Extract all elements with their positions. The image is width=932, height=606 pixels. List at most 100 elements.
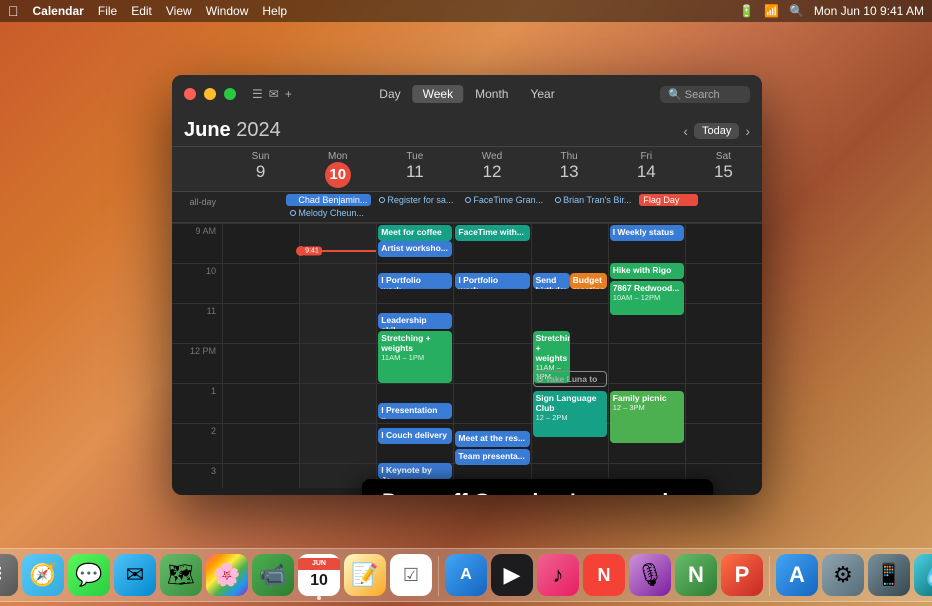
iphone-icon: 📱 (875, 562, 902, 588)
event-stretching-tue[interactable]: Stretching + weights 11AM – 1PM (378, 331, 452, 383)
music-icon: ♪ (553, 562, 564, 588)
allday-sun (222, 192, 284, 222)
prev-arrow[interactable]: ‹ (683, 123, 688, 139)
dock-launchpad[interactable]: ⠿ (0, 554, 18, 596)
close-button[interactable] (184, 88, 196, 100)
allday-event[interactable]: FaceTime Gran... (461, 194, 547, 206)
dock-photos[interactable]: 🌸 (206, 554, 248, 596)
dock-reminders[interactable]: ☑ (390, 554, 432, 596)
dock-numbers[interactable]: N (675, 554, 717, 596)
event-birthday[interactable]: Send birthday... (533, 273, 570, 289)
dock-sysapps[interactable]: A (776, 554, 818, 596)
minimize-button[interactable] (204, 88, 216, 100)
dock-calendar[interactable]: JUN 10 (298, 554, 340, 596)
dock-appstore[interactable]: A (445, 554, 487, 596)
dock-syspref[interactable]: ⚙ (822, 554, 864, 596)
event-meet-res[interactable]: Meet at the res... (455, 431, 529, 447)
event-meet-coffee[interactable]: Meet for coffee (378, 225, 452, 241)
menu-view[interactable]: View (166, 4, 192, 18)
day-col-wed: FaceTime with... I Portfolio work... Mee… (453, 223, 530, 488)
event-leadership[interactable]: Leadership skil... (378, 313, 452, 329)
week-view-btn[interactable]: Week (413, 85, 463, 103)
app-name[interactable]: Calendar (33, 4, 84, 18)
month-view-btn[interactable]: Month (465, 85, 518, 103)
day-col-fri: I Weekly status Hike with Rigo 7867 Redw… (608, 223, 685, 488)
event-team-presenta[interactable]: Team presenta... (455, 449, 529, 465)
current-time-indicator: 9:41 (300, 250, 376, 252)
day-num-11: 11 (376, 162, 453, 182)
menu-help[interactable]: Help (262, 4, 287, 18)
day-headers: Sun 9 Mon 10 Tue 11 Wed 12 Thu 13 Fri 14 (172, 147, 762, 192)
apple-menu[interactable]:  (8, 3, 19, 19)
event-luna[interactable]: O Take Luna to th... (533, 371, 607, 387)
search-box[interactable]: 🔍 Search (660, 86, 750, 103)
day-num-13: 13 (531, 162, 608, 182)
event-hike[interactable]: Hike with Rigo (610, 263, 684, 279)
year-view-btn[interactable]: Year (520, 85, 564, 103)
dock-appletv[interactable]: ▶ (491, 554, 533, 596)
battery-icon: 🔋 (739, 4, 754, 18)
allday-event[interactable]: Melody Cheun... (286, 207, 371, 219)
dock-notes[interactable]: 📝 (344, 554, 386, 596)
time-column: 9 AM 10 11 12 PM 1 2 3 4 5 6 7 8 (172, 223, 222, 488)
dock-music[interactable]: ♪ (537, 554, 579, 596)
dock-safari[interactable]: 🧭 (22, 554, 64, 596)
menu-window[interactable]: Window (206, 4, 249, 18)
dock-screensaver[interactable]: 💧 (914, 554, 932, 596)
maximize-button[interactable] (224, 88, 236, 100)
event-sign-language[interactable]: Sign Language Club 12 – 2PM (533, 391, 607, 437)
time-grid: 9 AM 10 11 12 PM 1 2 3 4 5 6 7 8 (172, 223, 762, 488)
next-arrow[interactable]: › (745, 123, 750, 139)
dock-separator-2 (769, 556, 770, 596)
day-num-9: 9 (222, 162, 299, 182)
event-couch[interactable]: I Couch delivery (378, 428, 452, 444)
allday-event[interactable]: Flag Day (639, 194, 697, 206)
time-10: 10 (172, 263, 222, 303)
event-keynote[interactable]: I Keynote by Ja... (378, 463, 452, 479)
mail-icon: ✉ (126, 562, 144, 588)
allday-event[interactable]: Brian Tran's Bir... (551, 194, 635, 206)
event-artist-workshop[interactable]: Artist worksho... (378, 241, 452, 257)
view-switcher: Day Week Month Year (369, 85, 564, 103)
allday-tue: Register for sa... (373, 192, 459, 222)
day-header-thu: Thu 13 (531, 147, 608, 191)
day-label-mon: Mon (328, 151, 347, 162)
dock-facetime[interactable]: 📹 (252, 554, 294, 596)
event-family-picnic[interactable]: Family picnic 12 – 3PM (610, 391, 684, 443)
day-label-wed: Wed (482, 151, 502, 162)
allday-event[interactable]: Chad Benjamin... (286, 194, 371, 206)
podcasts-icon: 🎙 (636, 562, 664, 588)
search-menubar-icon[interactable]: 🔍 (789, 4, 804, 18)
dock-messages[interactable]: 💬 (68, 554, 110, 596)
dock-pages[interactable]: P (721, 554, 763, 596)
nav-arrows: ‹ Today › (683, 123, 750, 139)
event-facetime[interactable]: FaceTime with... (455, 225, 529, 241)
desktop:  Calendar File Edit View Window Help 🔋 … (0, 0, 932, 606)
today-button[interactable]: Today (694, 123, 739, 139)
dock-iphone[interactable]: 📱 (868, 554, 910, 596)
add-event-icon[interactable]: + (285, 87, 292, 101)
window-titlebar: ☰ ✉ + Day Week Month Year 🔍 Search (172, 75, 762, 113)
pages-icon: P (735, 562, 750, 588)
dock-podcasts[interactable]: 🎙 (629, 554, 671, 596)
dock-maps[interactable]: 🗺 (160, 554, 202, 596)
dock-mail[interactable]: ✉ (114, 554, 156, 596)
allday-event[interactable]: Register for sa... (375, 194, 457, 206)
event-weekly-status[interactable]: I Weekly status (610, 225, 684, 241)
day-view-btn[interactable]: Day (369, 85, 410, 103)
event-presentation[interactable]: I Presentation p... (378, 403, 452, 419)
event-budget[interactable]: Budget meeting (570, 273, 607, 289)
menu-edit[interactable]: Edit (131, 4, 152, 18)
dock-news[interactable]: N (583, 554, 625, 596)
day-num-10: 10 (325, 162, 351, 188)
inbox-icon[interactable]: ✉ (269, 87, 279, 101)
menu-file[interactable]: File (98, 4, 117, 18)
day-num-14: 14 (608, 162, 685, 182)
time-12pm: 12 PM (172, 343, 222, 383)
event-portfolio-tue[interactable]: I Portfolio work... (378, 273, 452, 289)
event-redwood[interactable]: 7867 Redwood... 10AM – 12PM (610, 281, 684, 315)
time-2: 2 (172, 423, 222, 463)
event-portfolio-wed[interactable]: I Portfolio work... (455, 273, 529, 289)
month-year-title: June 2024 (184, 119, 281, 142)
sidebar-toggle-icon[interactable]: ☰ (252, 87, 263, 101)
